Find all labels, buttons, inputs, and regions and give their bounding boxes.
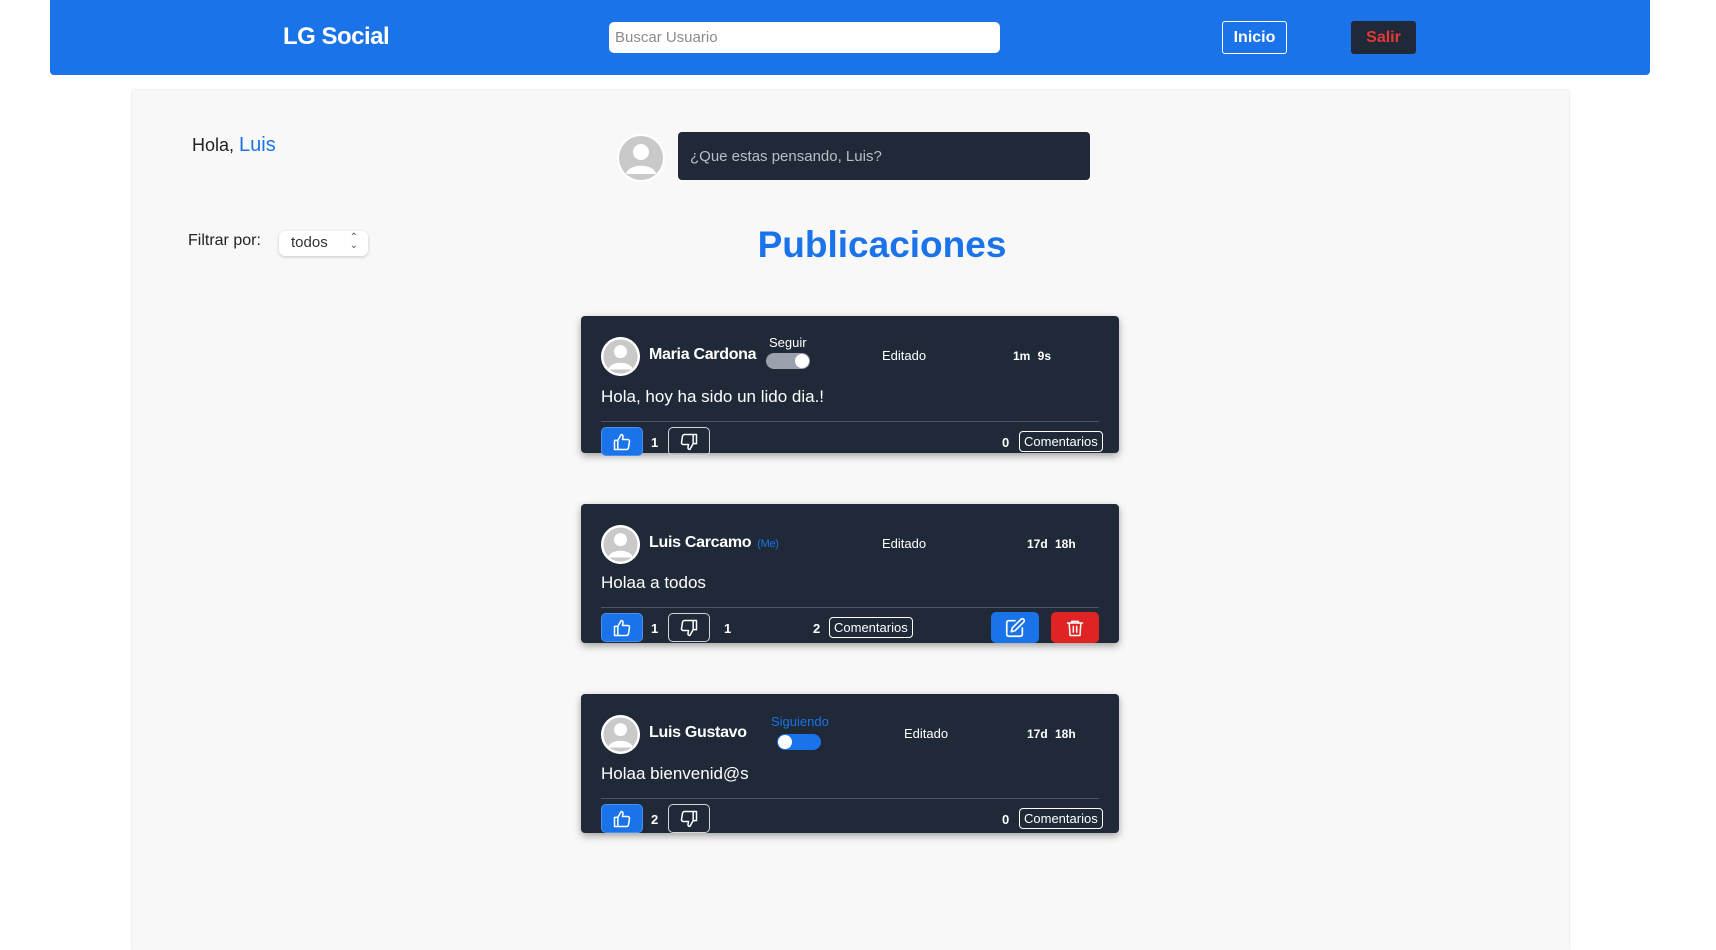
greeting-prefix: Hola, (192, 135, 240, 155)
like-button[interactable] (601, 427, 643, 456)
search-user-input[interactable] (609, 22, 1000, 53)
comment-count: 0 (1002, 435, 1010, 450)
thumbs-up-icon (613, 810, 631, 827)
top-navbar: LG Social Inicio Salir (50, 0, 1650, 75)
post-card: Maria Cardona Seguir Editado 1m 9s Hola,… (581, 316, 1119, 456)
dislike-button[interactable] (668, 613, 710, 642)
filter-label: Filtrar por: (188, 232, 261, 249)
toggle-knob (778, 735, 792, 749)
edit-post-button[interactable] (991, 612, 1039, 643)
like-count: 2 (651, 812, 659, 827)
like-button[interactable] (601, 613, 643, 642)
post-author[interactable]: Maria Cardona (649, 346, 757, 364)
pencil-square-icon (1005, 617, 1026, 637)
post-text: Holaa a todos (601, 573, 706, 592)
divider (601, 607, 1099, 608)
thumbs-down-icon (680, 810, 698, 827)
user-avatar-icon (617, 134, 665, 182)
greeting-user-name[interactable]: Luis (239, 134, 276, 156)
thumbs-up-icon (613, 433, 631, 450)
logout-button[interactable]: Salir (1351, 21, 1416, 54)
follow-toggle[interactable] (766, 353, 810, 369)
follow-label: Siguiendo (771, 714, 829, 729)
dislike-button[interactable] (668, 804, 710, 833)
post-time: 17d 18h (1027, 537, 1076, 551)
comments-button[interactable]: Comentarios (1019, 431, 1103, 452)
new-post-input[interactable] (678, 132, 1090, 180)
brand-logo[interactable]: LG Social (283, 23, 390, 51)
user-avatar-icon[interactable] (601, 525, 640, 564)
follow-toggle[interactable] (777, 734, 821, 750)
post-author: Luis Carcamo (Me) (649, 534, 779, 552)
greeting: Hola, Luis (192, 134, 276, 157)
user-avatar-icon[interactable] (601, 715, 640, 754)
delete-post-button[interactable] (1051, 612, 1099, 643)
filter-selected-value: todos (291, 234, 328, 251)
follow-label: Seguir (769, 335, 807, 350)
post-author[interactable]: Luis Gustavo (649, 724, 747, 742)
post-author-name[interactable]: Luis Carcamo (649, 534, 752, 551)
divider (601, 421, 1099, 422)
comments-button[interactable]: Comentarios (1019, 808, 1103, 829)
post-time: 1m 9s (1013, 349, 1052, 363)
filter-select[interactable]: todos ⌃ ⌄ (279, 231, 368, 256)
like-count: 1 (651, 621, 659, 636)
edited-label: Editado (904, 726, 949, 741)
user-avatar-icon[interactable] (601, 337, 640, 376)
post-text: Hola, hoy ha sido un lido dia.! (601, 387, 825, 406)
comment-count: 2 (813, 621, 821, 636)
like-count: 1 (651, 435, 659, 450)
post-text: Holaa bienvenid@s (601, 764, 749, 783)
edited-label: Editado (882, 348, 927, 363)
like-button[interactable] (601, 804, 643, 833)
thumbs-up-icon (613, 619, 631, 636)
toggle-knob (795, 354, 809, 368)
edited-label: Editado (882, 536, 927, 551)
home-button[interactable]: Inicio (1222, 21, 1287, 54)
comments-button[interactable]: Comentarios (829, 617, 913, 638)
comment-count: 0 (1002, 812, 1010, 827)
main-panel: Hola, Luis Filtrar por: todos ⌃⌄ Publica… (132, 90, 1569, 950)
section-title: Publicaciones (757, 224, 1007, 265)
thumbs-down-icon (680, 619, 698, 636)
post-card: Luis Carcamo (Me) Editado 17d 18h Holaa a… (581, 504, 1119, 643)
dislike-count: 1 (724, 621, 732, 636)
post-time: 17d 18h (1027, 727, 1076, 741)
me-tag: (Me) (757, 538, 779, 550)
dislike-button[interactable] (668, 427, 710, 456)
thumbs-down-icon (680, 433, 698, 450)
divider (601, 798, 1099, 799)
trash-icon (1066, 620, 1084, 636)
chevron-up-down-icon: ⌃ ⌄ (349, 232, 358, 251)
post-card: Luis Gustavo Siguiendo Editado 17d 18h H… (581, 694, 1119, 833)
